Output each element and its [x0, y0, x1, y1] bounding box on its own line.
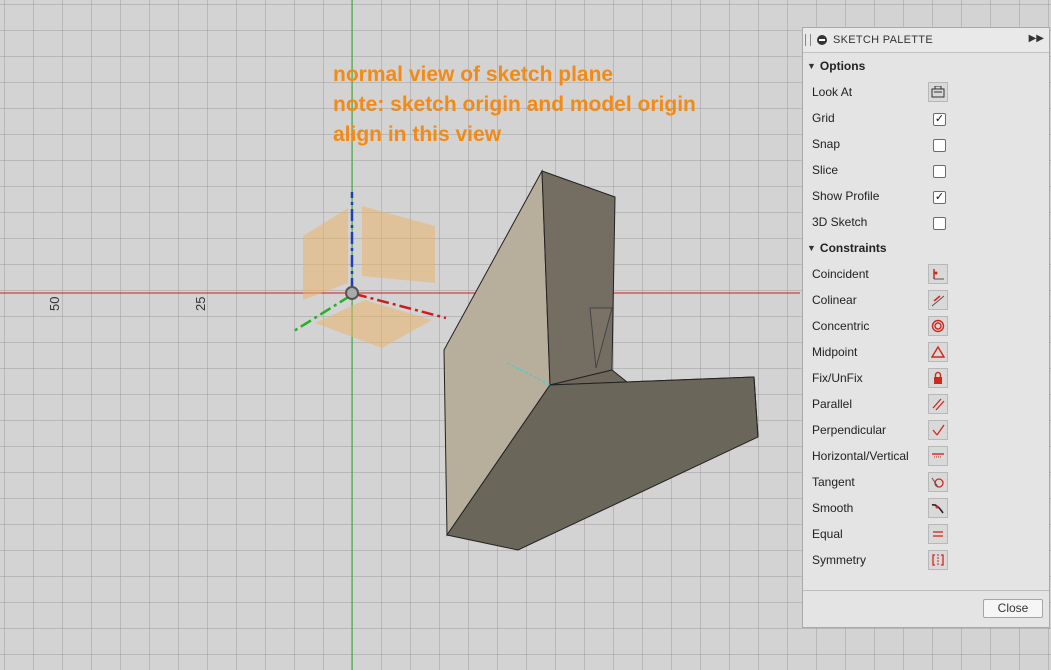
constraints-header-label: Constraints — [819, 241, 887, 255]
model-body[interactable] — [443, 169, 759, 551]
annotation-line-3: align in this view — [333, 123, 502, 146]
look-at-icon[interactable] — [928, 82, 948, 102]
origin-point[interactable] — [345, 286, 359, 300]
option-label: Grid — [812, 111, 835, 125]
constraint-coincident: Coincident — [803, 261, 1049, 287]
constraint-symmetry: Symmetry — [803, 547, 1049, 573]
caret-down-icon: ▼ — [807, 61, 816, 71]
constraint-colinear: Colinear — [803, 287, 1049, 313]
option-snap: Snap — [803, 131, 1049, 157]
constraint-midpoint: Midpoint — [803, 339, 1049, 365]
constraint-label: Tangent — [812, 475, 855, 489]
constraint-perpendicular: Perpendicular — [803, 417, 1049, 443]
concentric-icon[interactable] — [928, 316, 948, 336]
constraint-smooth: Smooth — [803, 495, 1049, 521]
annotation-line-1: normal view of sketch plane — [333, 63, 614, 86]
drag-handle-icon[interactable] — [805, 34, 811, 46]
constraint-tangent: Tangent — [803, 469, 1049, 495]
constraint-fix-unfix: Fix/UnFix — [803, 365, 1049, 391]
constraint-label: Horizontal/Vertical — [812, 449, 909, 463]
caret-down-icon: ▼ — [807, 243, 816, 253]
slice-checkbox[interactable] — [933, 165, 946, 178]
palette-footer: Close — [803, 590, 1049, 627]
constraint-label: Concentric — [812, 319, 870, 333]
constraint-equal: Equal — [803, 521, 1049, 547]
constraint-label: Parallel — [812, 397, 853, 411]
constraint-label: Smooth — [812, 501, 854, 515]
option-label: Show Profile — [812, 189, 880, 203]
constraints-section-header[interactable]: ▼ Constraints — [803, 235, 1049, 261]
option-look-at: Look At — [803, 79, 1049, 105]
3d-sketch-checkbox[interactable] — [933, 217, 946, 230]
annotation-line-2: note: sketch origin and model origin — [333, 93, 696, 116]
constraint-label: Colinear — [812, 293, 857, 307]
snap-checkbox[interactable] — [933, 139, 946, 152]
grid-checkbox[interactable]: ✓ — [933, 113, 946, 126]
option-label: 3D Sketch — [812, 215, 868, 229]
smooth-icon[interactable] — [928, 498, 948, 518]
constraint-concentric: Concentric — [803, 313, 1049, 339]
symmetry-icon[interactable] — [928, 550, 948, 570]
collapse-icon[interactable] — [817, 35, 827, 45]
sketch-palette: SKETCH PALETTE ▶▶ ▼ Options Look At Grid… — [802, 27, 1050, 628]
palette-title-bar[interactable]: SKETCH PALETTE ▶▶ — [803, 28, 1049, 53]
ruler-label-50: 50 — [47, 296, 62, 311]
options-header-label: Options — [819, 59, 866, 73]
ruler-label-25: 25 — [193, 296, 208, 311]
option-slice: Slice — [803, 157, 1049, 183]
constraint-label: Equal — [812, 527, 843, 541]
expand-arrows-icon[interactable]: ▶▶ — [1029, 33, 1044, 44]
lock-icon[interactable] — [928, 368, 948, 388]
origin-planes[interactable] — [303, 206, 435, 348]
colinear-icon[interactable] — [928, 290, 948, 310]
option-label: Snap — [812, 137, 841, 151]
constraint-label: Perpendicular — [812, 423, 887, 437]
option-3d-sketch: 3D Sketch — [803, 209, 1049, 235]
constraint-parallel: Parallel — [803, 391, 1049, 417]
midpoint-icon[interactable] — [928, 342, 948, 362]
tangent-icon[interactable] — [928, 472, 948, 492]
equal-icon[interactable] — [928, 524, 948, 544]
constraint-label: Coincident — [812, 267, 869, 281]
constraint-label: Symmetry — [812, 553, 866, 567]
option-grid: Grid ✓ — [803, 105, 1049, 131]
constraint-horizontal-vertical: Horizontal/Vertical — [803, 443, 1049, 469]
option-label: Look At — [812, 85, 853, 99]
constraint-label: Fix/UnFix — [812, 371, 863, 385]
option-label: Slice — [812, 163, 839, 177]
perpendicular-icon[interactable] — [928, 420, 948, 440]
coincident-icon[interactable] — [928, 264, 948, 284]
show-profile-checkbox[interactable]: ✓ — [933, 191, 946, 204]
option-show-profile: Show Profile ✓ — [803, 183, 1049, 209]
palette-title: SKETCH PALETTE — [833, 34, 933, 46]
horizontal-vertical-icon[interactable] — [928, 446, 948, 466]
constraint-label: Midpoint — [812, 345, 858, 359]
close-button[interactable]: Close — [983, 599, 1043, 618]
options-section-header[interactable]: ▼ Options — [803, 53, 1049, 79]
parallel-icon[interactable] — [928, 394, 948, 414]
